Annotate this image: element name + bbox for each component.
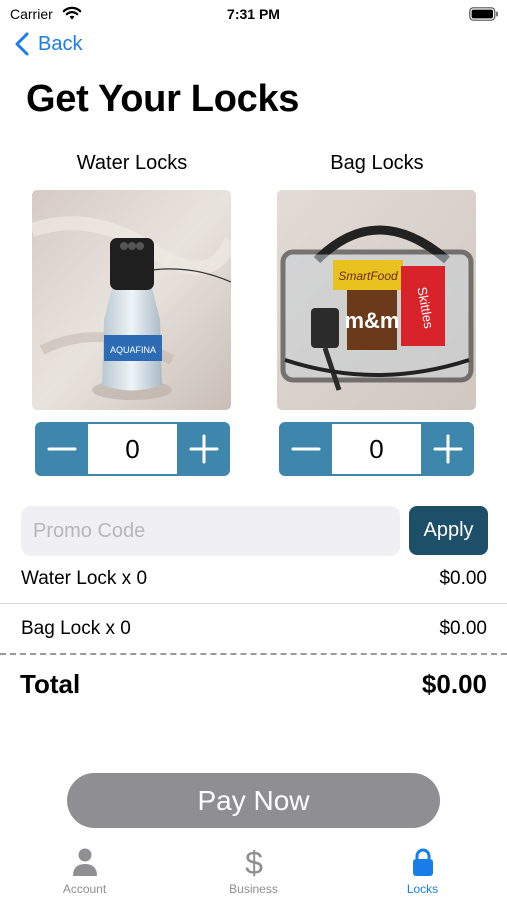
water-lock-increment-button[interactable] [177, 422, 230, 476]
pay-now-button[interactable]: Pay Now [67, 773, 440, 828]
back-label: Back [38, 32, 83, 55]
divider [0, 603, 507, 604]
svg-text:SmartFood: SmartFood [338, 269, 398, 283]
chevron-left-icon [15, 32, 29, 56]
tab-label: Locks [406, 882, 439, 896]
bag-lock-quantity-value: 0 [332, 424, 421, 474]
back-button[interactable]: Back [14, 30, 82, 58]
promo-code-input[interactable] [21, 506, 400, 556]
water-locks-label: Water Locks [76, 152, 188, 174]
line-item-label: Bag Lock x 0 [21, 618, 131, 639]
bag-locks-label: Bag Locks [330, 152, 424, 174]
water-lock-line-item: Water Lock x 0 $0.00 [21, 564, 487, 594]
plus-icon [433, 434, 462, 464]
water-lock-decrement-button[interactable] [35, 422, 88, 476]
lock-icon [412, 848, 433, 876]
minus-icon [291, 447, 320, 451]
bag-lock-decrement-button[interactable] [279, 422, 332, 476]
page-title: Get Your Locks [26, 78, 300, 120]
battery-icon [469, 7, 498, 21]
total-label: Total [20, 668, 81, 699]
plus-icon [189, 434, 218, 464]
water-lock-image: AQUAFINA [32, 190, 231, 410]
status-bar: Carrier 7:31 PM [0, 0, 507, 28]
bag-lock-increment-button[interactable] [421, 422, 474, 476]
minus-icon [47, 447, 76, 451]
bag-lock-line-item: Bag Lock x 0 $0.00 [21, 614, 487, 644]
svg-text:$: $ [245, 846, 263, 878]
svg-text:m&m: m&m [344, 308, 399, 333]
total-row: Total $0.00 [20, 666, 487, 702]
water-lock-quantity-stepper: 0 [35, 422, 230, 476]
dollar-icon: $ [245, 846, 263, 878]
bag-lock-product: Bag Locks SmartFood m&m Skittles [277, 152, 477, 410]
apply-promo-button[interactable]: Apply [409, 506, 488, 555]
total-value: $0.00 [421, 668, 487, 699]
bag-lock-quantity-stepper: 0 [279, 422, 474, 476]
line-item-label: Water Lock x 0 [21, 568, 148, 589]
tab-label: Business [229, 882, 278, 896]
tab-bar: Account $ Business Locks [0, 840, 507, 900]
bag-lock-image: SmartFood m&m Skittles [277, 190, 476, 410]
water-lock-product: Water Locks AQUAFINA [32, 152, 232, 410]
tab-locks[interactable]: Locks [338, 840, 507, 900]
line-item-price: $0.00 [439, 618, 487, 639]
clock: 7:31 PM [227, 6, 280, 22]
svg-text:AQUAFINA: AQUAFINA [110, 345, 156, 355]
tab-label: Account [62, 882, 107, 896]
person-icon [72, 848, 97, 876]
tab-business[interactable]: $ Business [169, 840, 338, 900]
total-divider [0, 653, 507, 655]
water-lock-quantity-value: 0 [88, 424, 177, 474]
line-item-price: $0.00 [439, 568, 487, 589]
tab-account[interactable]: Account [0, 840, 169, 900]
